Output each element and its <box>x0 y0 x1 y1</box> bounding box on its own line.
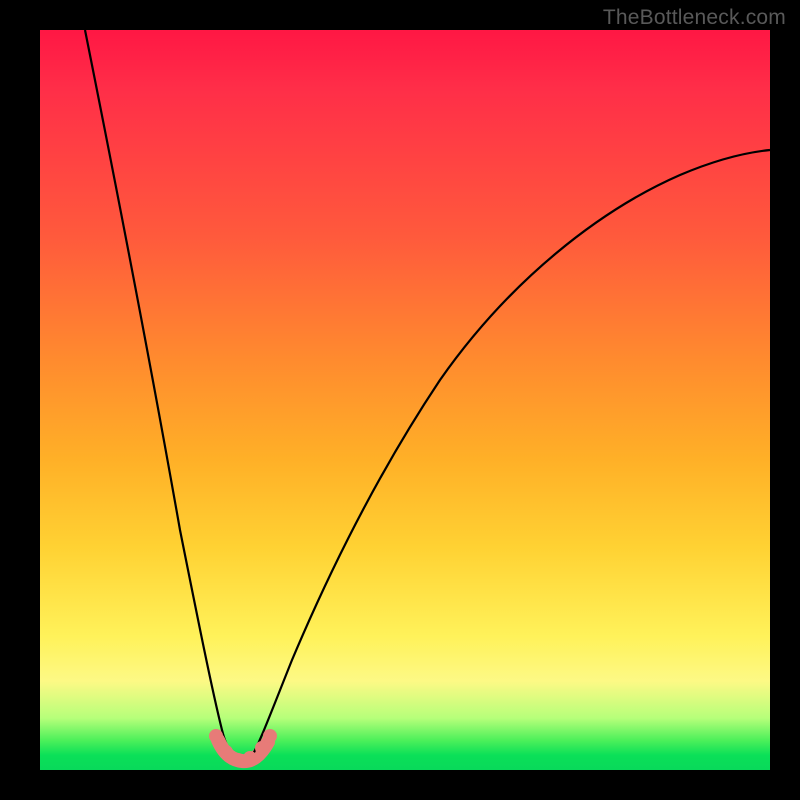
marker-dot <box>255 741 269 755</box>
marker-dot <box>219 745 233 759</box>
marker-dot <box>243 751 257 765</box>
marker-dot <box>263 729 277 743</box>
curve-right-branch <box>252 150 770 756</box>
chart-frame: TheBottleneck.com <box>0 0 800 800</box>
curve-left-branch <box>85 30 234 756</box>
curve-svg <box>40 30 770 770</box>
marker-dot <box>231 753 245 767</box>
plot-area <box>40 30 770 770</box>
watermark-text: TheBottleneck.com <box>603 6 786 30</box>
marker-dot <box>209 729 223 743</box>
